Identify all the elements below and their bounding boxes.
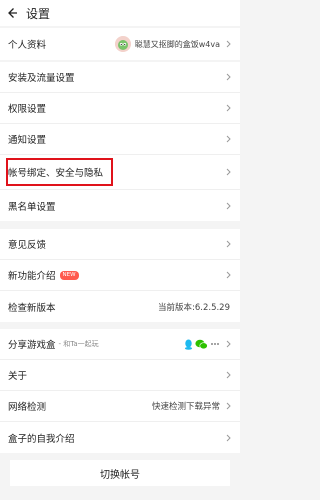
about-row[interactable]: 关于 [0, 360, 240, 391]
row-label: 安装及流量设置 [8, 73, 75, 84]
row-label: 意见反馈 [8, 240, 47, 251]
chevron-right-icon [224, 103, 232, 113]
chevron-right-icon [224, 134, 232, 144]
row-label: 盒子的自我介绍 [8, 433, 75, 445]
row-label: 网络检测 [8, 402, 47, 413]
chevron-right-icon [224, 39, 232, 49]
footer: 切换帐号 [0, 460, 240, 500]
chevron-right-icon [224, 201, 232, 211]
share-subtitle: - 和Ta一起玩 [58, 340, 99, 348]
network-check-row[interactable]: 网络检测 快速检测下载异常 [0, 391, 240, 422]
more-icon [211, 343, 219, 345]
profile-group: 个人资料 聪慧又抠脚的盒饭w4va [0, 28, 240, 60]
current-version: 当前版本:6.2.5.29 [157, 302, 230, 313]
chevron-right-icon [224, 72, 232, 82]
network-status: 快速检测下载异常 [151, 402, 220, 412]
share-row[interactable]: 分享游戏盒 - 和Ta一起玩 [0, 329, 240, 360]
row-label: 分享游戏盒 [8, 340, 56, 351]
row-label: 关于 [8, 371, 28, 382]
permission-settings-row[interactable]: 权限设置 [0, 93, 240, 124]
row-label: 黑名单设置 [8, 201, 56, 213]
page-title: 设置 [26, 6, 51, 21]
share-icons [184, 339, 220, 350]
new-features-row[interactable]: 新功能介绍 NEW [0, 260, 240, 291]
chevron-right-icon [224, 401, 232, 411]
check-version-row[interactable]: 检查新版本 当前版本:6.2.5.29 [0, 291, 240, 322]
about-group: 分享游戏盒 - 和Ta一起玩 关于 网络检测 快速检测下载异常 盒子的自我介绍 [0, 329, 240, 453]
account-security-privacy-row[interactable]: 帐号绑定、安全与隐私 [0, 155, 240, 190]
install-traffic-settings-row[interactable]: 安装及流量设置 [0, 62, 240, 93]
chevron-right-icon [224, 433, 232, 443]
chevron-right-icon [224, 270, 232, 280]
new-badge: NEW [59, 270, 79, 280]
switch-account-button[interactable]: 切换帐号 [10, 460, 230, 486]
profile-row[interactable]: 个人资料 聪慧又抠脚的盒饭w4va [0, 28, 240, 60]
settings-group: 安装及流量设置 权限设置 通知设置 帐号绑定、安全与隐私 黑名单设置 [0, 62, 240, 221]
row-label: 检查新版本 [8, 302, 56, 314]
row-label: 通知设置 [8, 135, 47, 146]
box-intro-row[interactable]: 盒子的自我介绍 [0, 422, 240, 453]
back-arrow-icon[interactable] [0, 0, 24, 26]
chevron-right-icon [224, 167, 232, 177]
chevron-right-icon [224, 370, 232, 380]
chevron-right-icon [224, 239, 232, 249]
wechat-icon [195, 339, 208, 349]
notification-settings-row[interactable]: 通知设置 [0, 124, 240, 155]
profile-label: 个人资料 [8, 40, 47, 51]
chevron-right-icon [224, 339, 232, 349]
qq-icon [184, 339, 193, 350]
feedback-group: 意见反馈 新功能介绍 NEW 检查新版本 当前版本:6.2.5.29 [0, 229, 240, 322]
profile-username: 聪慧又抠脚的盒饭w4va [134, 39, 220, 49]
feedback-row[interactable]: 意见反馈 [0, 229, 240, 260]
avatar [114, 36, 131, 52]
blacklist-settings-row[interactable]: 黑名单设置 [0, 190, 240, 221]
row-label: 帐号绑定、安全与隐私 [8, 168, 104, 179]
row-label: 权限设置 [8, 104, 47, 115]
row-label: 新功能介绍 [8, 271, 56, 282]
top-bar: 设置 [0, 0, 240, 26]
